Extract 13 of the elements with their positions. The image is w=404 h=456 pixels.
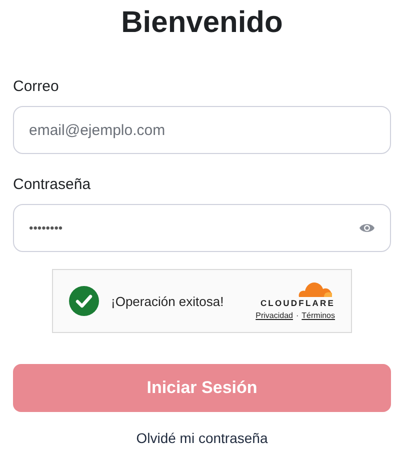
eye-icon[interactable]: [359, 222, 375, 234]
captcha-status: ¡Operación exitosa!: [111, 294, 225, 308]
brand-wordmark: CLOUDFLARE: [260, 298, 335, 308]
page-title: Bienvenido: [121, 5, 283, 41]
terms-link[interactable]: Términos: [302, 311, 335, 321]
cloud-icon: [297, 281, 333, 298]
email-field[interactable]: email@ejemplo.com: [13, 106, 391, 154]
field-label: Correo: [13, 78, 59, 96]
password-field[interactable]: ••••••••: [13, 204, 391, 252]
forgot-password-link[interactable]: Olvidé mi contraseña: [136, 429, 268, 447]
field-label: Contraseña: [13, 176, 91, 194]
link-separator: ·: [296, 311, 299, 321]
privacy-link[interactable]: Privacidad: [256, 311, 293, 321]
